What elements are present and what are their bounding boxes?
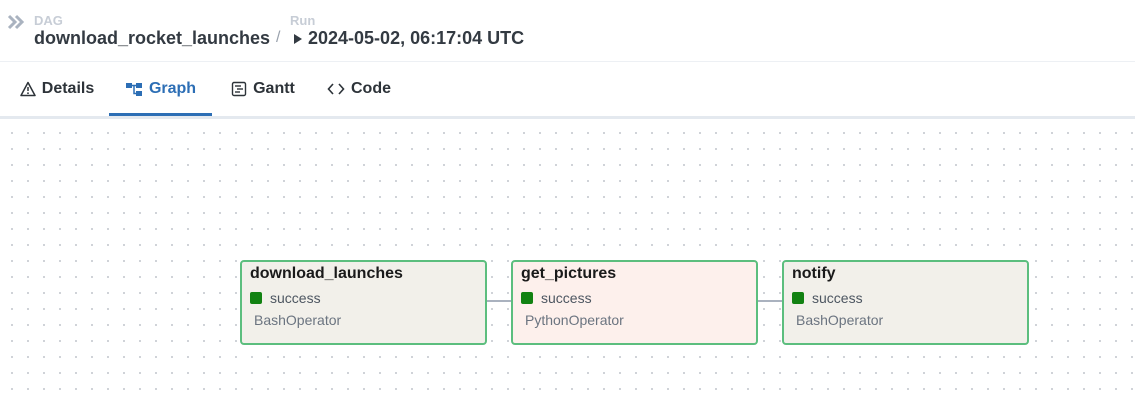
task-node-get-pictures[interactable]: get_pictures success PythonOperator [511,260,758,345]
chevron-double-right-icon[interactable] [7,13,25,31]
task-node-notify[interactable]: notify success BashOperator [782,260,1029,345]
task-status: success [250,290,321,306]
task-name: notify [792,265,836,282]
success-status-icon [792,292,804,304]
tab-gantt[interactable]: Gantt [220,62,306,116]
run-label: Run [290,13,316,28]
task-operator: BashOperator [796,312,884,328]
tab-graph-label: Graph [148,80,197,97]
task-status-label: success [541,290,592,306]
tab-code[interactable]: Code [318,62,400,116]
edge-download-to-get-pictures [486,300,513,302]
task-status: success [792,290,863,306]
gantt-icon [231,81,247,97]
play-icon [294,34,302,44]
task-operator: BashOperator [254,312,342,328]
success-status-icon [521,292,533,304]
run-value-link[interactable]: 2024-05-02, 06:17:04 UTC [308,28,524,49]
dag-label: DAG [34,13,63,28]
tab-details-label: Details [41,80,95,97]
task-node-download-launches[interactable]: download_launches success BashOperator [240,260,487,345]
code-icon [327,81,345,97]
dag-name-link[interactable]: download_rocket_launches [34,28,270,49]
tab-bar: Details Graph Gantt Code [0,62,1135,116]
task-name: get_pictures [521,265,617,282]
graph-canvas[interactable]: download_launches success BashOperator g… [0,116,1135,400]
tab-code-label: Code [351,80,391,97]
task-status-label: success [270,290,321,306]
task-status: success [521,290,592,306]
warning-triangle-icon [20,81,36,97]
edge-get-pictures-to-notify [757,300,784,302]
tab-details[interactable]: Details [10,62,104,116]
task-status-label: success [812,290,863,306]
graph-icon [125,81,143,97]
header: DAG download_rocket_launches / Run 2024-… [0,0,1135,62]
tab-graph[interactable]: Graph [109,62,212,116]
breadcrumb-separator: / [276,29,281,46]
task-name: download_launches [250,265,403,282]
task-operator: PythonOperator [525,312,624,328]
success-status-icon [250,292,262,304]
tab-gantt-label: Gantt [253,80,295,97]
